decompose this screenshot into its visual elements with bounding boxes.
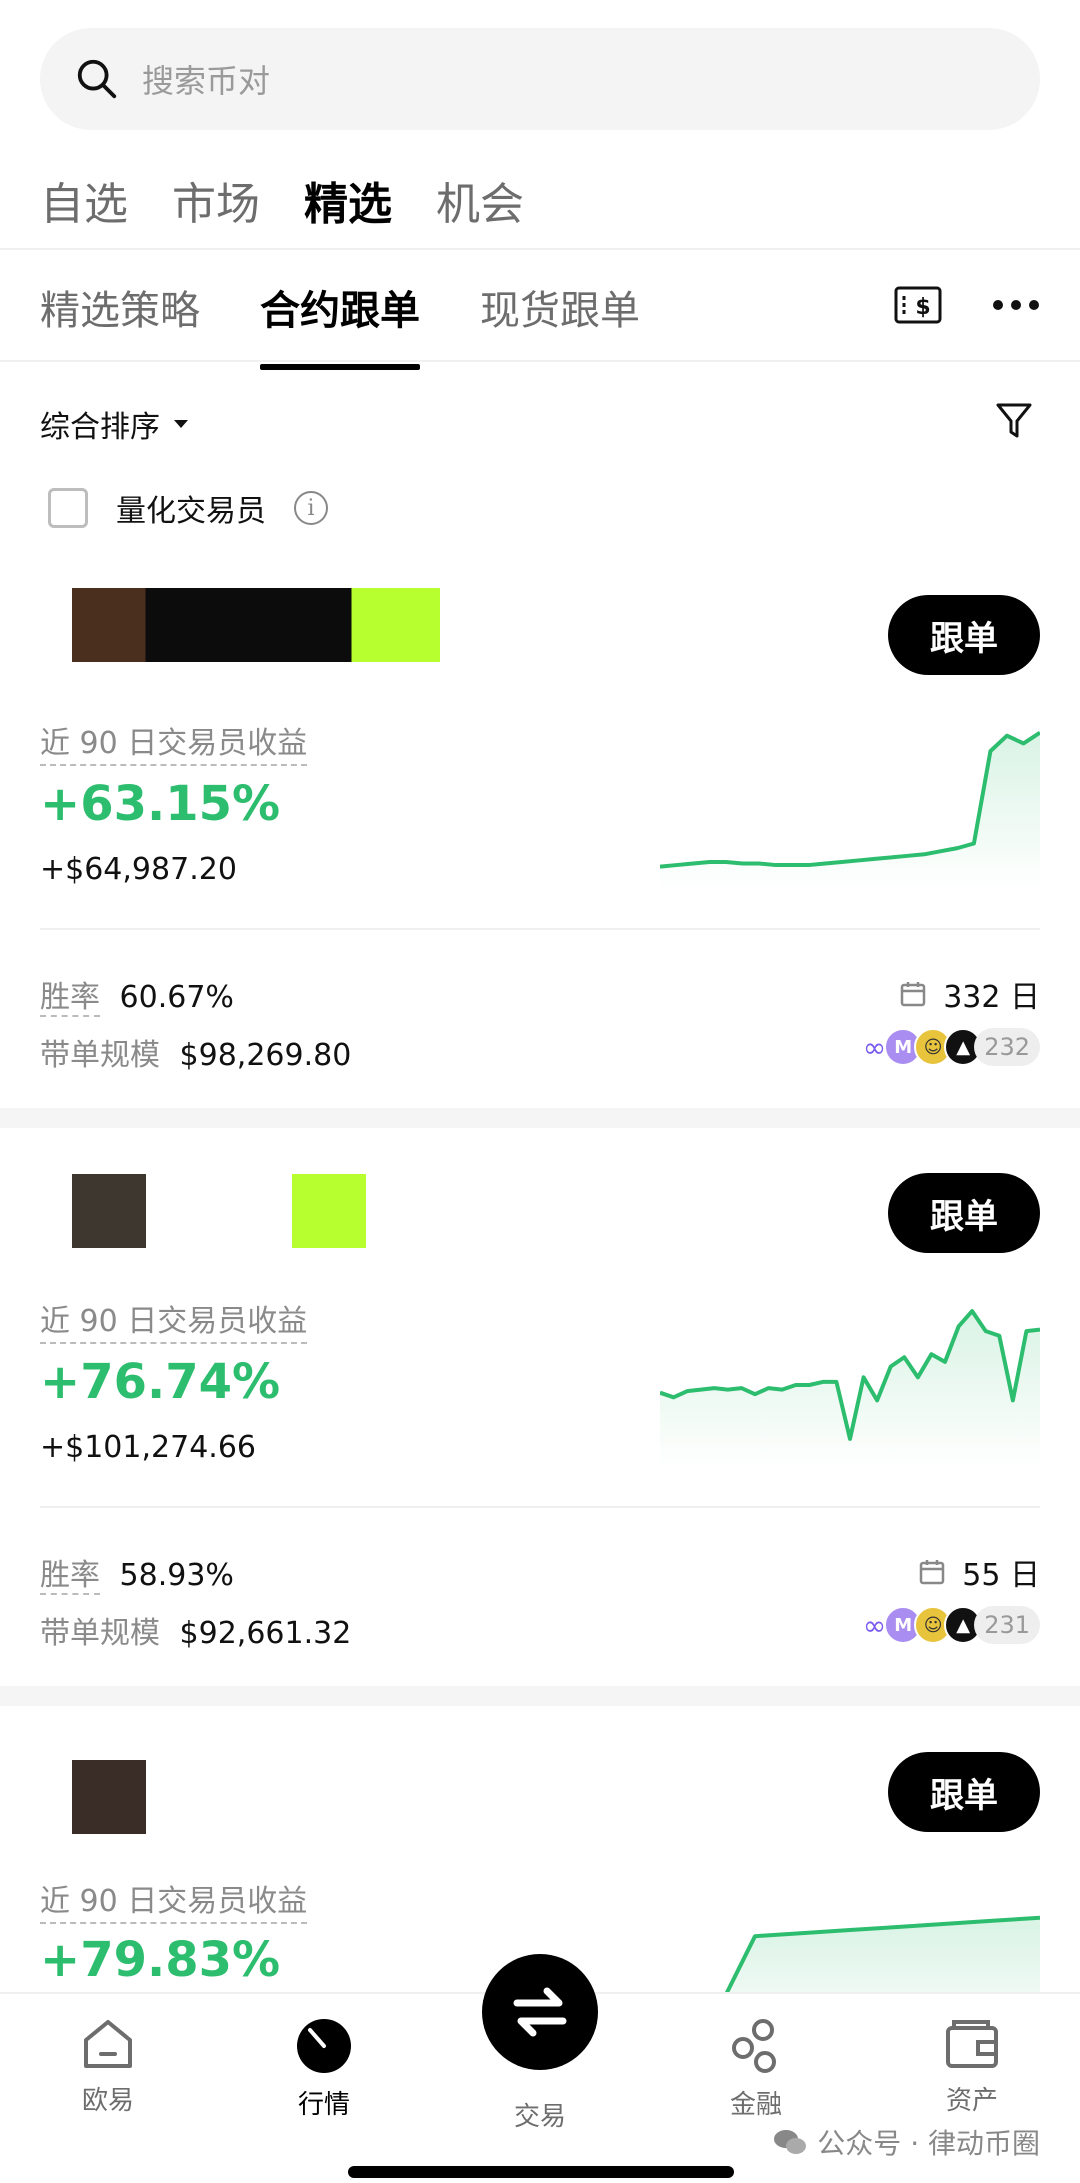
profit-percent: +76.74%: [40, 1354, 281, 1410]
infinity-icon: ∞: [862, 1608, 887, 1642]
watermark-text: 公众号 · 律动币圈: [817, 2127, 1040, 2160]
quant-checkbox[interactable]: [48, 488, 88, 528]
scale-label: 带单规模: [40, 1616, 160, 1651]
sort-dropdown[interactable]: 综合排序: [40, 402, 190, 446]
scale-stat: 带单规模 $98,269.80: [40, 1030, 351, 1074]
tab-market[interactable]: 市场: [172, 168, 260, 232]
winrate-label: 胜率: [40, 980, 100, 1017]
card-separator: [0, 1686, 1080, 1706]
search-icon: [77, 59, 117, 99]
follow-button[interactable]: 跟单: [888, 1752, 1040, 1832]
nav-market-label: 行情: [297, 2090, 350, 2120]
scale-stat: 带单规模 $92,661.32: [40, 1608, 351, 1652]
profit-percent: +79.83%: [40, 1932, 281, 1988]
divider: [0, 360, 1080, 362]
nav-assets-label: 资产: [945, 2086, 998, 2116]
scale-label: 带单规模: [40, 1038, 160, 1073]
profit-label: 近 90 日交易员收益: [40, 1876, 308, 1924]
winrate-stat: 胜率 58.93%: [40, 1550, 234, 1595]
trading-days: 332 日: [899, 972, 1040, 1016]
tab-watchlist[interactable]: 自选: [40, 168, 128, 232]
top-tabs: 自选 市场 精选 机会: [40, 168, 524, 232]
trade-button[interactable]: [482, 1954, 598, 2070]
winrate-stat: 胜率 60.67%: [40, 972, 234, 1017]
divider: [40, 928, 1040, 930]
nav-finance-label: 金融: [729, 2090, 782, 2120]
subtab-actions: $: [894, 286, 1040, 324]
calendar-icon: [900, 982, 926, 1007]
finance-icon: [732, 2019, 776, 2073]
followers-count: 232: [974, 1028, 1040, 1066]
card-separator: [0, 1108, 1080, 1128]
followers-avatars[interactable]: ∞ M ☺ ▲ 231: [863, 1606, 1040, 1644]
home-indicator: [348, 2166, 734, 2178]
divider: [0, 248, 1080, 250]
svg-text:$: $: [915, 295, 930, 320]
search-placeholder: 搜索币对: [142, 62, 271, 100]
search-bar[interactable]: 搜索币对: [40, 28, 1040, 130]
filter-icon[interactable]: [996, 402, 1032, 440]
watermark: 公众号 · 律动币圈: [773, 2122, 1040, 2162]
profit-sparkline: [725, 1915, 1040, 1992]
trader-avatar[interactable]: [72, 1174, 146, 1248]
quant-trader-filter[interactable]: 量化交易员 i: [48, 486, 328, 530]
caret-down-icon: [174, 420, 188, 428]
trader-card: 跟单 近 90 日交易员收益 +79.83%: [0, 1706, 1080, 1992]
sparkline-area: [660, 1311, 1040, 1470]
trader-avatar[interactable]: [72, 1760, 146, 1834]
trader-badge: [292, 1174, 366, 1248]
trading-days: 55 日: [918, 1550, 1040, 1594]
profit-usd: +$64,987.20: [40, 852, 237, 887]
winrate-label: 胜率: [40, 1558, 100, 1595]
nav-trade[interactable]: 交易: [470, 2096, 610, 2133]
followers-count: 231: [974, 1606, 1040, 1644]
divider: [40, 1506, 1040, 1508]
swap-icon: [513, 1987, 567, 2037]
follow-button[interactable]: 跟单: [888, 1173, 1040, 1253]
profit-label: 近 90 日交易员收益: [40, 1296, 308, 1344]
trader-avatar[interactable]: [72, 588, 440, 662]
nav-trade-label: 交易: [513, 2102, 566, 2132]
nav-market[interactable]: 行情: [254, 2018, 394, 2121]
subtab-strategies[interactable]: 精选策略: [40, 278, 200, 336]
nav-home[interactable]: 欧易: [38, 2018, 178, 2117]
sub-tabs: 精选策略 合约跟单 现货跟单: [40, 278, 640, 370]
days-value: 55 日: [962, 1558, 1040, 1593]
calendar-icon: [920, 1560, 945, 1585]
ticket-dollar-icon[interactable]: $: [894, 286, 942, 324]
scale-value: $98,269.80: [179, 1038, 352, 1073]
subtab-spot-copy[interactable]: 现货跟单: [480, 278, 640, 336]
winrate-value: 60.67%: [119, 980, 234, 1015]
tab-featured[interactable]: 精选: [304, 168, 392, 232]
wallet-icon: [946, 2020, 998, 2068]
infinity-icon: ∞: [862, 1030, 887, 1064]
nav-finance[interactable]: 金融: [686, 2018, 826, 2121]
days-value: 332 日: [943, 980, 1040, 1015]
scale-value: $92,661.32: [179, 1616, 352, 1651]
nav-assets[interactable]: 资产: [902, 2018, 1042, 2117]
quant-label: 量化交易员: [116, 494, 266, 529]
profit-usd: +$101,274.66: [40, 1430, 256, 1465]
sparkline-area: [660, 732, 1040, 890]
nav-home-label: 欧易: [81, 2086, 134, 2116]
wechat-icon: [774, 2130, 807, 2154]
sort-label: 综合排序: [40, 410, 160, 445]
more-icon[interactable]: [992, 299, 1040, 311]
followers-avatars[interactable]: ∞ M ☺ ▲ 232: [863, 1028, 1040, 1066]
info-icon[interactable]: i: [294, 491, 328, 525]
tab-opportunity[interactable]: 机会: [436, 168, 524, 232]
subtab-futures-copy[interactable]: 合约跟单: [260, 278, 420, 370]
profit-sparkline: [660, 1309, 1040, 1470]
market-icon: [297, 2019, 351, 2073]
profit-percent: +63.15%: [40, 776, 281, 832]
home-icon: [84, 2020, 132, 2068]
winrate-value: 58.93%: [119, 1558, 234, 1593]
follow-button[interactable]: 跟单: [888, 595, 1040, 675]
profit-sparkline: [660, 730, 1040, 890]
profit-label: 近 90 日交易员收益: [40, 718, 308, 766]
